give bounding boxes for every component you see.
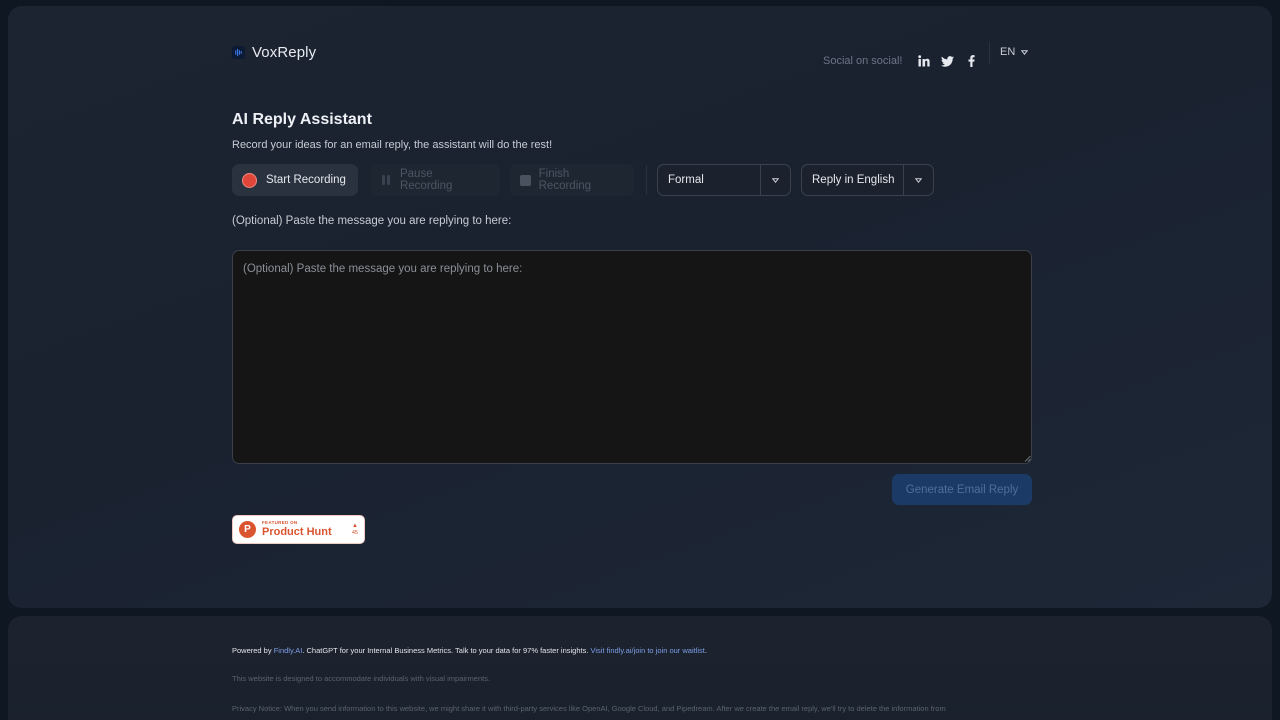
pause-recording-label: Pause Recording: [399, 168, 453, 192]
product-hunt-logo-icon: P: [239, 521, 256, 538]
linkedin-icon[interactable]: [915, 52, 933, 70]
vote-count: 45: [351, 529, 358, 536]
social-links: Social on social!: [823, 52, 987, 70]
page-title: AI Reply Assistant: [232, 111, 372, 128]
accessibility-notice: This website is designed to accommodate …: [232, 674, 491, 683]
generate-email-reply-button[interactable]: Generate Email Reply: [892, 474, 1032, 505]
powered-suffix: .: [704, 646, 707, 655]
page-subtitle: Record your ideas for an email reply, th…: [232, 139, 553, 151]
social-label: Social on social!: [823, 55, 903, 67]
facebook-icon[interactable]: [963, 52, 981, 70]
finish-recording-button[interactable]: Finish Recording: [510, 164, 634, 196]
product-hunt-name: Product Hunt: [262, 525, 332, 538]
brand[interactable]: VoxReply: [232, 44, 316, 61]
powered-by-text: Powered by Findly.AI. ChatGPT for your I…: [232, 646, 707, 655]
record-icon: [242, 172, 257, 188]
start-recording-label: Start Recording: [266, 174, 346, 186]
voxreply-logo-icon: [232, 46, 245, 59]
paste-message-textarea[interactable]: [232, 250, 1032, 464]
privacy-notice: Privacy Notice: When you send informatio…: [232, 704, 946, 713]
chevron-down-icon: [760, 165, 790, 195]
waitlist-link[interactable]: Visit findly.ai/join to join our waitlis…: [591, 646, 705, 655]
pause-icon: [380, 174, 392, 186]
stop-icon: [520, 174, 531, 186]
tone-select[interactable]: Formal: [657, 164, 791, 196]
reply-language-select[interactable]: Reply in English: [801, 164, 934, 196]
product-hunt-text: FEATURED ON Product Hunt: [262, 521, 332, 538]
finish-recording-label: Finish Recording: [538, 168, 592, 192]
product-hunt-badge[interactable]: P FEATURED ON Product Hunt ▲ 45: [232, 515, 365, 544]
language-selector[interactable]: EN: [1000, 46, 1029, 58]
controls-divider: [646, 165, 647, 195]
header-divider: [989, 42, 990, 64]
brand-name: VoxReply: [252, 44, 317, 61]
start-recording-button[interactable]: Start Recording: [232, 164, 358, 196]
chevron-down-icon: [1021, 46, 1029, 58]
recording-controls: Start Recording Pause Recording Finish R…: [232, 164, 934, 196]
chevron-down-icon: [903, 165, 933, 195]
powered-middle: . ChatGPT for your Internal Business Met…: [302, 646, 591, 655]
language-label: EN: [1000, 46, 1016, 58]
findly-link[interactable]: Findly.AI: [274, 646, 303, 655]
product-hunt-votes: ▲ 45: [352, 523, 358, 537]
twitter-icon[interactable]: [939, 52, 957, 70]
powered-prefix: Powered by: [232, 646, 274, 655]
paste-label: (Optional) Paste the message you are rep…: [232, 215, 512, 227]
pause-recording-button[interactable]: Pause Recording: [370, 164, 500, 196]
tone-select-value: Formal: [668, 174, 704, 186]
reply-language-value: Reply in English: [812, 174, 895, 186]
upvote-arrow-icon: ▲: [351, 522, 358, 529]
resize-handle-icon[interactable]: [1024, 455, 1031, 462]
